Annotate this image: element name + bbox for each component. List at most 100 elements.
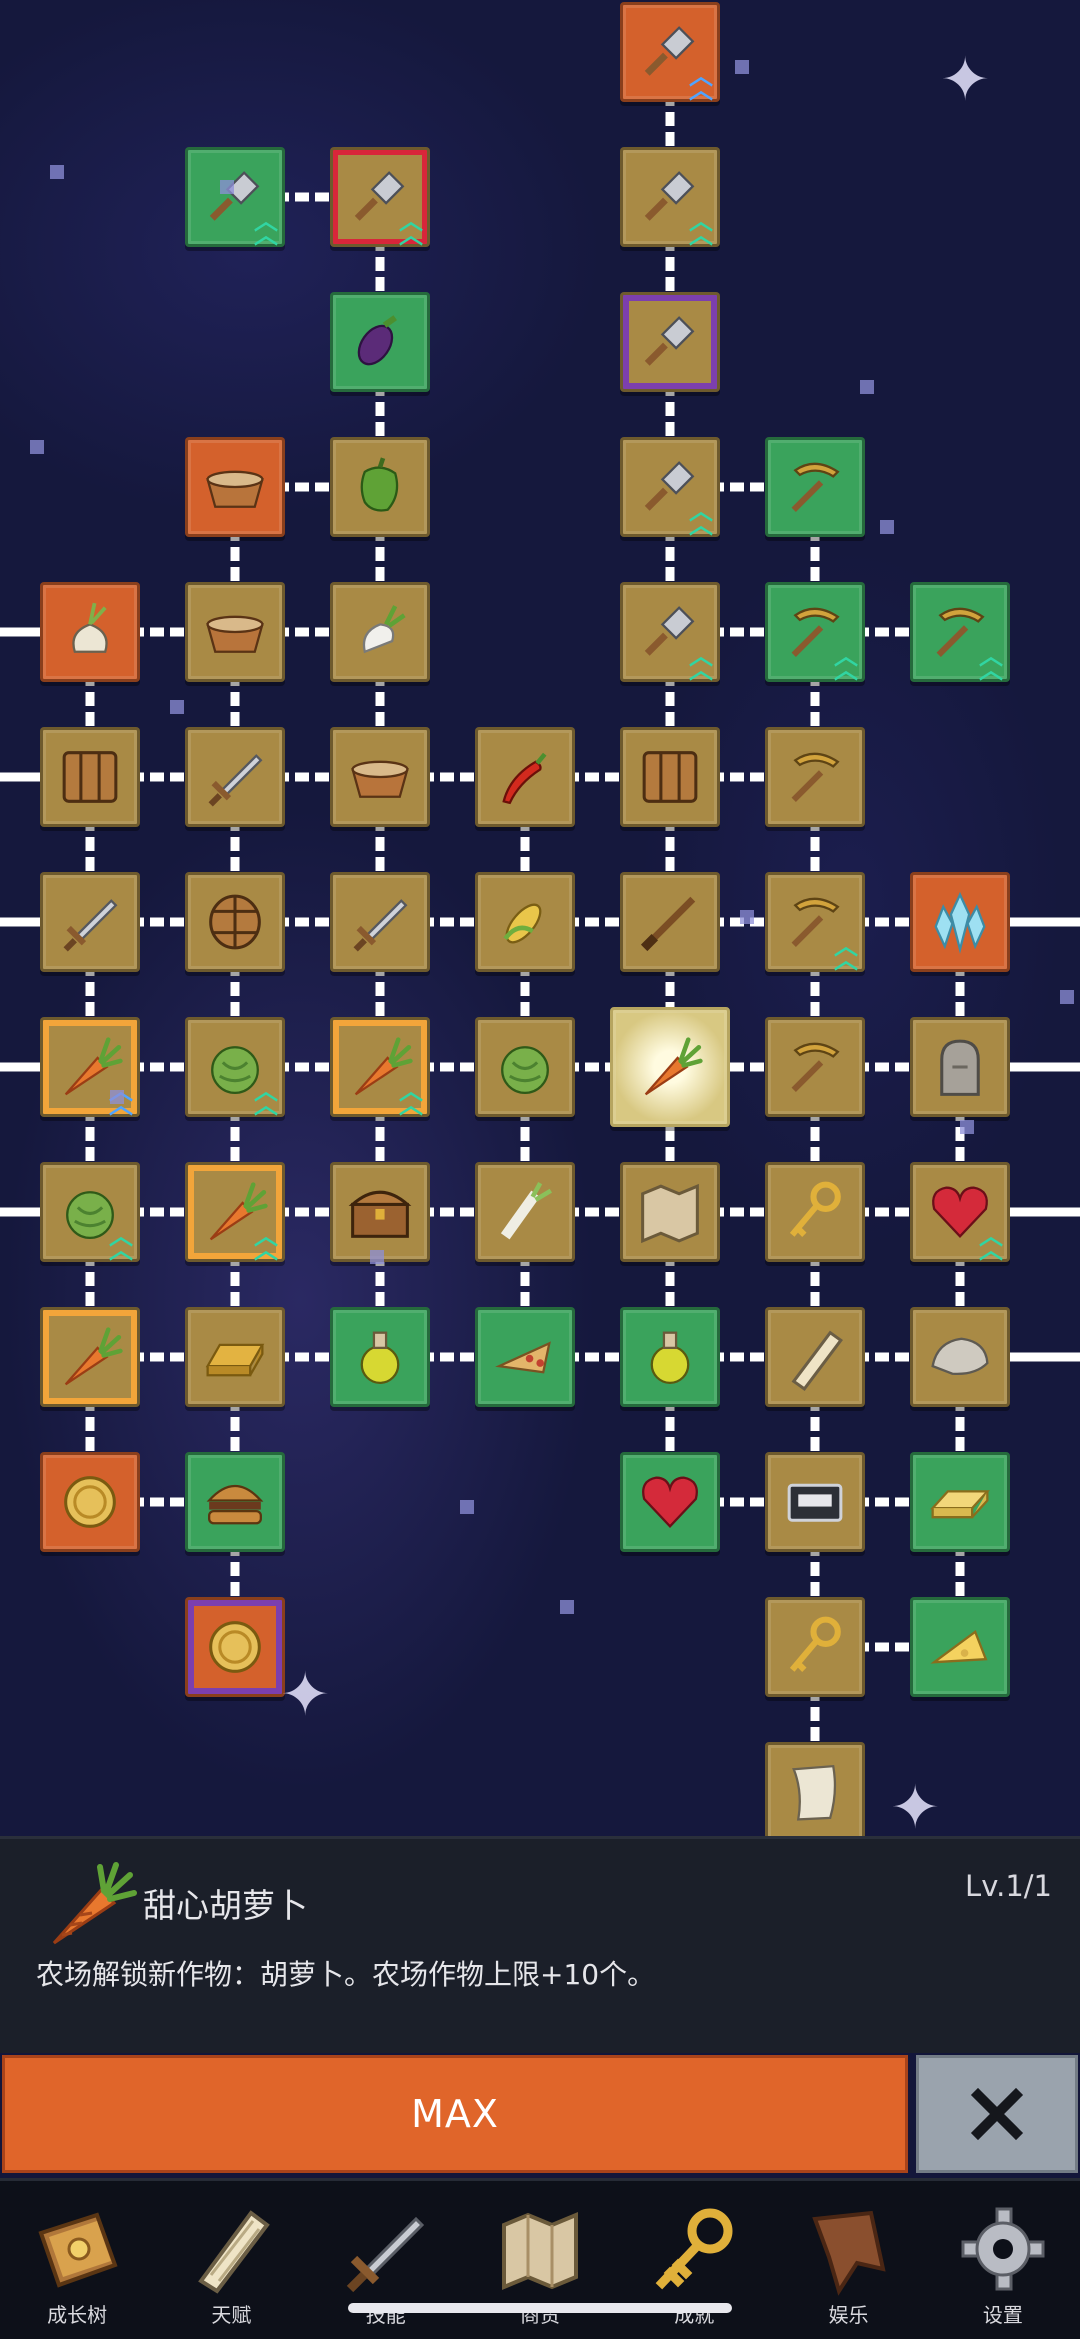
skill-node-carrot[interactable]: ︿︿ xyxy=(330,1017,430,1117)
chili-icon xyxy=(502,752,547,805)
garlic-icon xyxy=(72,602,108,653)
home-indicator[interactable] xyxy=(348,2303,732,2313)
skill-node-parchment[interactable] xyxy=(765,1742,865,1836)
skill-node-pickaxe[interactable] xyxy=(765,727,865,827)
coin-icon xyxy=(64,1476,116,1528)
nav-label: 娱乐 xyxy=(828,2303,869,2327)
upgrade-arrows-icon: ︿︿ xyxy=(254,207,278,249)
skill-node-pickaxe[interactable] xyxy=(765,1017,865,1117)
skill-node-pizza[interactable] xyxy=(475,1307,575,1407)
cabbage-icon xyxy=(501,1046,549,1094)
skill-node-rock[interactable] xyxy=(910,1307,1010,1407)
max-button[interactable]: MAX xyxy=(2,2055,908,2173)
skill-node-crate[interactable] xyxy=(40,727,140,827)
upgrade-arrows-icon: ︿︿ xyxy=(254,1222,278,1264)
skill-node-cassette[interactable] xyxy=(765,1452,865,1552)
skill-node-carrot[interactable]: ︿︿ xyxy=(40,1017,140,1117)
item-level: Lv.1/1 xyxy=(965,1869,1052,1903)
skill-node-cabbage[interactable]: ︿ ︿ xyxy=(185,1017,285,1117)
nav-item-skills[interactable]: 技能 xyxy=(309,2181,463,2339)
nav-item-talent[interactable]: 天赋 xyxy=(154,2181,308,2339)
carrot-icon xyxy=(644,1037,703,1096)
skill-node-bowl[interactable] xyxy=(330,727,430,827)
potion-icon xyxy=(650,1331,690,1384)
cheese-icon xyxy=(930,1629,988,1664)
skill-node-sword[interactable] xyxy=(185,727,285,827)
skill-node-shovel[interactable] xyxy=(620,292,720,392)
skill-node-tombstone[interactable] xyxy=(910,1017,1010,1117)
upgrade-arrows-icon: ︿︿ xyxy=(689,497,713,539)
scroll-icon xyxy=(198,2210,271,2294)
skill-node-cheese[interactable] xyxy=(910,1597,1010,1697)
tombstone-icon xyxy=(940,1039,980,1096)
skill-node-butter[interactable] xyxy=(910,1452,1010,1552)
skill-node-cabbage[interactable] xyxy=(475,1017,575,1117)
skill-node-potion[interactable] xyxy=(620,1307,720,1407)
skill-node-key[interactable] xyxy=(765,1162,865,1262)
pickaxe-icon xyxy=(791,1042,840,1092)
skill-node-crate[interactable] xyxy=(620,727,720,827)
skill-node-carrot[interactable] xyxy=(40,1307,140,1407)
skill-node-sword[interactable] xyxy=(40,872,140,972)
skill-node-shovel[interactable]: ︿ ︿ xyxy=(620,582,720,682)
skill-node-coin[interactable] xyxy=(40,1452,140,1552)
upgrade-arrows-icon: ︿︿ xyxy=(399,1077,423,1119)
skill-node-heart[interactable]: ︿ ︿ xyxy=(910,1162,1010,1262)
skill-node-eggplant[interactable] xyxy=(330,292,430,392)
bowl-icon xyxy=(351,760,409,798)
skill-node-shovel[interactable]: ︿ ︿ xyxy=(185,147,285,247)
skill-node-crystal[interactable] xyxy=(910,872,1010,972)
skill-node-pepper[interactable] xyxy=(330,437,430,537)
upgrade-arrows-icon: ︿︿ xyxy=(109,1222,133,1264)
skill-node-corn[interactable] xyxy=(475,872,575,972)
nav-item-settings[interactable]: 设置 xyxy=(926,2181,1080,2339)
skill-node-shovel[interactable]: ︿ ︿ xyxy=(620,2,720,102)
upgrade-arrows-icon: ︿︿ xyxy=(979,642,1003,684)
skill-node-bowl[interactable] xyxy=(185,582,285,682)
skill-node-rifle[interactable] xyxy=(620,872,720,972)
skill-node-shovel[interactable]: ︿ ︿ xyxy=(330,147,430,247)
skill-node-chili[interactable] xyxy=(475,727,575,827)
skill-node-pickaxe[interactable]: ︿ ︿ xyxy=(765,582,865,682)
skill-node-radish[interactable] xyxy=(330,582,430,682)
skill-node-shovel[interactable]: ︿ ︿ xyxy=(620,437,720,537)
chest-icon xyxy=(348,1190,412,1238)
parchment-icon xyxy=(792,1764,837,1821)
skill-node-gold-bar[interactable] xyxy=(185,1307,285,1407)
skill-node-burger[interactable] xyxy=(185,1452,285,1552)
nav-item-entertainment[interactable]: 娱乐 xyxy=(771,2181,925,2339)
nav-item-trade[interactable]: 商贸 xyxy=(463,2181,617,2339)
skill-node-key[interactable] xyxy=(765,1597,865,1697)
rock-icon xyxy=(931,1337,989,1376)
skill-node-pickaxe[interactable]: ︿ ︿ xyxy=(765,872,865,972)
skill-node-shovel[interactable]: ︿ ︿ xyxy=(620,147,720,247)
skill-node-carrot[interactable]: ︿︿ xyxy=(185,1162,285,1262)
skill-node-carrot[interactable] xyxy=(610,1007,730,1127)
skill-node-heart[interactable] xyxy=(620,1452,720,1552)
skill-node-chest[interactable] xyxy=(330,1162,430,1262)
star-decoration xyxy=(740,910,754,924)
nav-item-growth-tree[interactable]: 成长树 xyxy=(0,2181,154,2339)
shovel-icon xyxy=(644,316,695,366)
skill-node-leek[interactable] xyxy=(475,1162,575,1262)
skill-node-potion[interactable] xyxy=(330,1307,430,1407)
skill-node-coin[interactable] xyxy=(185,1597,285,1697)
skill-node-garlic[interactable] xyxy=(40,582,140,682)
crate-icon xyxy=(62,751,118,803)
nav-item-achievement[interactable]: 成就 xyxy=(617,2181,771,2339)
skill-node-cabbage[interactable]: ︿ ︿ xyxy=(40,1162,140,1262)
corn-icon xyxy=(503,903,542,944)
skill-node-pickaxe[interactable]: ︿ ︿ xyxy=(910,582,1010,682)
skill-node-bowl[interactable] xyxy=(185,437,285,537)
crate-icon xyxy=(642,751,698,803)
star-decoration xyxy=(370,1250,384,1264)
skill-node-scroll[interactable] xyxy=(765,1307,865,1407)
upgrade-arrows-icon: ︿︿ xyxy=(834,642,858,684)
skill-node-barrel[interactable] xyxy=(185,872,285,972)
skill-node-pickaxe[interactable] xyxy=(765,437,865,537)
skill-tree-canvas[interactable]: ︿︿ ︿︿ ︿︿ ︿︿ ︿︿ ︿︿ ︿︿ ︿︿ ︿︿ ︿︿ ︿︿ ︿︿ ︿︿ ︿︿ ︿︿ ✦ ✦ ✦ xyxy=(0,0,1080,1836)
close-button[interactable] xyxy=(916,2055,1078,2173)
skill-node-map[interactable] xyxy=(620,1162,720,1262)
upgrade-arrows-icon: ︿︿ xyxy=(689,207,713,249)
skill-node-sword[interactable] xyxy=(330,872,430,972)
